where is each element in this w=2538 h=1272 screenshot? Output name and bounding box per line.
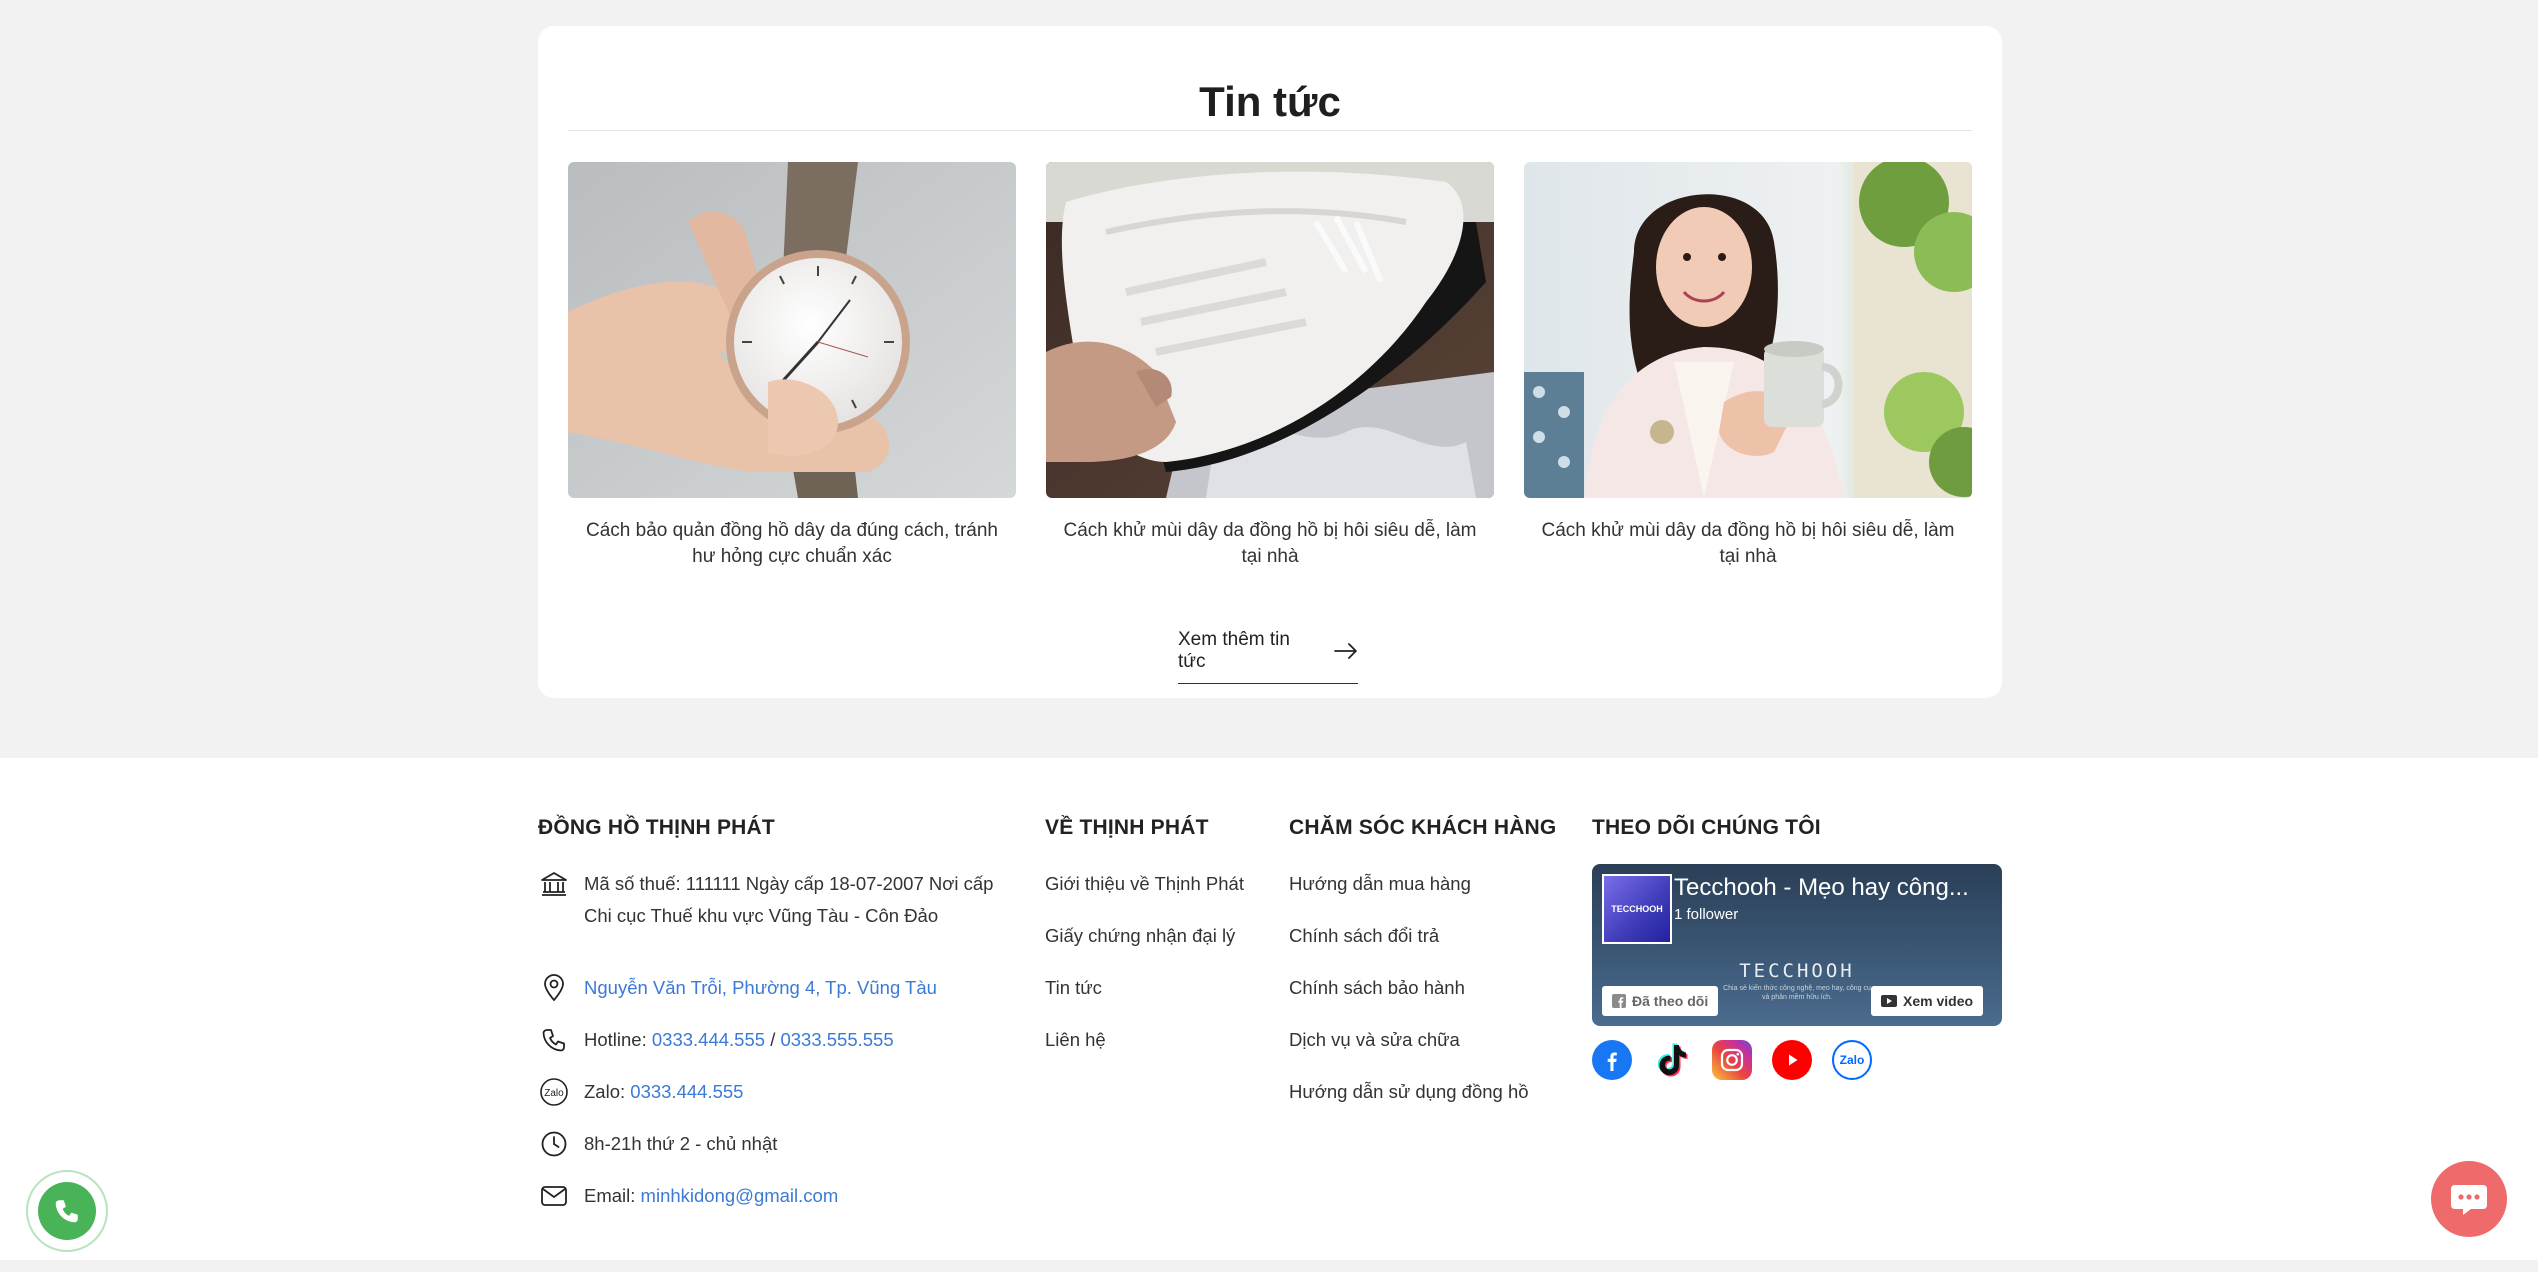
svg-text:Zalo: Zalo <box>544 1088 564 1099</box>
care-link-item: Chính sách bảo hành <box>1289 972 1529 1024</box>
news-article[interactable]: Cách khử mùi dây da đồng hồ bị hôi siêu … <box>1524 162 1972 570</box>
footer-care-title: CHĂM SÓC KHÁCH HÀNG <box>1289 816 1557 839</box>
bottom-strip <box>0 1260 2538 1272</box>
address-info: Nguyễn Văn Trỗi, Phường 4, Tp. Vũng Tàu <box>538 972 937 1004</box>
article-image[interactable] <box>1524 162 1972 498</box>
mail-icon <box>538 1180 570 1212</box>
fb-cover-brand: TECCHOOH <box>1739 960 1855 982</box>
email-label: Email: <box>584 1185 636 1206</box>
video-icon <box>1881 995 1897 1007</box>
hotline-2-link[interactable]: 0333.555.555 <box>780 1029 893 1050</box>
tiktok-link[interactable] <box>1652 1040 1692 1080</box>
clock-icon <box>538 1128 570 1160</box>
youtube-icon <box>1789 1054 1798 1066</box>
about-link-item: Giấy chứng nhận đại lý <box>1045 920 1244 972</box>
fb-watch-video-button[interactable]: Xem video <box>1871 986 1984 1016</box>
floating-chat-button[interactable] <box>2431 1161 2507 1237</box>
zalo-link[interactable]: Zalo <box>1832 1040 1872 1080</box>
footer-about-title: VỀ THỊNH PHÁT <box>1045 816 1209 839</box>
more-news-link[interactable]: Xem thêm tin tức <box>1178 629 1358 684</box>
facebook-icon <box>1612 994 1626 1008</box>
hours-info: 8h-21h thứ 2 - chủ nhật <box>538 1128 777 1160</box>
youtube-link[interactable] <box>1772 1040 1812 1080</box>
zalo-icon: Zalo <box>1839 1053 1865 1067</box>
news-section: Tin tức Cách bảo quản đồng hồ dây da đún… <box>538 26 2002 698</box>
fb-watch-label: Xem video <box>1903 993 1974 1009</box>
tiktok-icon <box>1657 1043 1688 1077</box>
about-link-item: Liên hệ <box>1045 1024 1244 1076</box>
address-link[interactable]: Nguyễn Văn Trỗi, Phường 4, Tp. Vũng Tàu <box>584 972 937 1004</box>
footer-company-title: ĐỒNG HỒ THỊNH PHÁT <box>538 816 775 839</box>
care-link-item: Chính sách đổi trả <box>1289 920 1529 972</box>
instagram-icon <box>1720 1048 1744 1072</box>
about-link-item: Giới thiệu về Thịnh Phát <box>1045 868 1244 920</box>
fb-page-name[interactable]: Tecchooh - Mẹo hay công... <box>1674 874 1969 902</box>
facebook-link[interactable] <box>1592 1040 1632 1080</box>
zalo-info: Zalo Zalo: 0333.444.555 <box>538 1076 743 1108</box>
call-button-inner[interactable] <box>38 1182 96 1240</box>
floating-call-button[interactable] <box>26 1170 108 1252</box>
location-pin-icon <box>538 972 570 1004</box>
chat-bubble-icon <box>2451 1185 2487 1215</box>
zalo-number-link[interactable]: 0333.444.555 <box>630 1081 743 1102</box>
hotline-info: Hotline: 0333.444.555 / 0333.555.555 <box>538 1024 894 1056</box>
phone-icon <box>55 1200 78 1223</box>
phone-icon <box>538 1024 570 1056</box>
arrow-right-icon <box>1334 643 1357 659</box>
care-link-item: Dịch vụ và sửa chữa <box>1289 1024 1529 1076</box>
care-link-item: Hướng dẫn mua hàng <box>1289 868 1529 920</box>
care-link-item: Hướng dẫn sử dụng đồng hồ <box>1289 1076 1529 1128</box>
opening-hours: 8h-21h thứ 2 - chủ nhật <box>584 1133 778 1154</box>
article-caption[interactable]: Cách bảo quản đồng hồ dây da đúng cách, … <box>568 518 1016 570</box>
news-article[interactable]: Cách bảo quản đồng hồ dây da đúng cách, … <box>568 162 1016 570</box>
article-image[interactable] <box>568 162 1016 498</box>
about-links: Giới thiệu về Thịnh Phát Giấy chứng nhận… <box>1045 868 1244 1076</box>
zalo-icon: Zalo <box>538 1076 570 1108</box>
site-footer: ĐỒNG HỒ THỊNH PHÁT Mã số thuế: 111111 Ng… <box>0 758 2538 1260</box>
about-certificate-link[interactable]: Giấy chứng nhận đại lý <box>1045 925 1235 946</box>
article-image[interactable] <box>1046 162 1494 498</box>
hotline-1-link[interactable]: 0333.444.555 <box>652 1029 765 1050</box>
care-repair-link[interactable]: Dịch vụ và sửa chữa <box>1289 1029 1460 1050</box>
fb-page-avatar[interactable]: TECCHOOH <box>1602 874 1672 944</box>
fb-followed-label: Đã theo dõi <box>1632 993 1709 1009</box>
about-intro-link[interactable]: Giới thiệu về Thịnh Phát <box>1045 873 1244 894</box>
fb-followed-button[interactable]: Đã theo dõi <box>1602 986 1719 1016</box>
email-link[interactable]: minhkidong@gmail.com <box>641 1185 839 1206</box>
about-contact-link[interactable]: Liên hệ <box>1045 1029 1106 1050</box>
news-article[interactable]: Cách khử mùi dây da đồng hồ bị hôi siêu … <box>1046 162 1494 570</box>
bank-icon <box>538 868 570 900</box>
more-news-label: Xem thêm tin tức <box>1178 629 1290 672</box>
about-link-item: Tin tức <box>1045 972 1244 1024</box>
tax-info: Mã số thuế: 111111 Ngày cấp 18-07-2007 N… <box>538 868 993 932</box>
email-info: Email: minhkidong@gmail.com <box>538 1180 838 1212</box>
article-caption[interactable]: Cách khử mùi dây da đồng hồ bị hôi siêu … <box>1524 518 1972 570</box>
tax-line-2: Chi cục Thuế khu vực Vũng Tàu - Côn Đảo <box>584 905 939 926</box>
care-return-policy-link[interactable]: Chính sách đổi trả <box>1289 925 1439 946</box>
about-news-link[interactable]: Tin tức <box>1045 977 1102 998</box>
fb-follower-count: 1 follower <box>1674 906 1739 923</box>
tax-line-1: Mã số thuế: 111111 Ngày cấp 18-07-2007 N… <box>584 873 994 894</box>
instagram-link[interactable] <box>1712 1040 1752 1080</box>
hotline-label: Hotline: <box>584 1029 647 1050</box>
news-divider <box>568 130 1972 131</box>
care-usage-guide-link[interactable]: Hướng dẫn sử dụng đồng hồ <box>1289 1081 1529 1102</box>
footer-follow-title: THEO DÕI CHÚNG TÔI <box>1592 816 1821 839</box>
care-links: Hướng dẫn mua hàng Chính sách đổi trả Ch… <box>1289 868 1529 1128</box>
care-warranty-link[interactable]: Chính sách bảo hành <box>1289 977 1465 998</box>
article-caption[interactable]: Cách khử mùi dây da đồng hồ bị hôi siêu … <box>1046 518 1494 570</box>
hotline-separator: / <box>770 1029 776 1050</box>
fb-cover-tagline: Chia sẻ kiến thức công nghệ, mẹo hay, cô… <box>1723 985 1871 1001</box>
zalo-label: Zalo: <box>584 1081 626 1102</box>
news-title: Tin tức <box>1199 78 1341 125</box>
care-buying-guide-link[interactable]: Hướng dẫn mua hàng <box>1289 873 1471 894</box>
facebook-icon <box>1607 1052 1617 1071</box>
facebook-page-widget[interactable]: TECCHOOH Tecchooh - Mẹo hay công... 1 fo… <box>1592 864 2002 1026</box>
